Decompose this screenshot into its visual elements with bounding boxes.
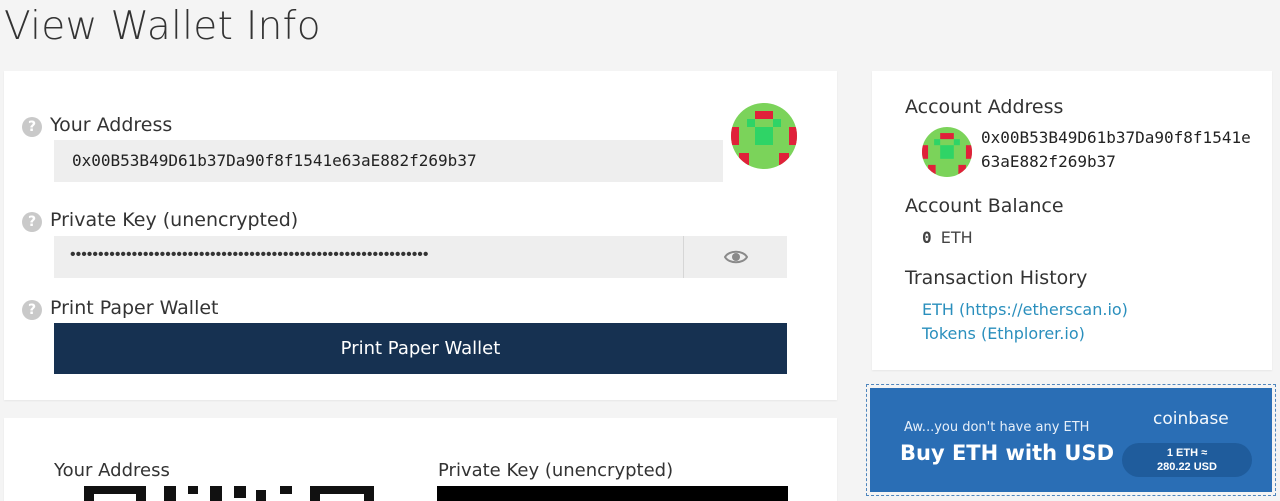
address-field[interactable]: 0x00B53B49D61b37Da90f8f1541e63aE882f269b… — [54, 140, 723, 182]
private-key-field[interactable]: ••••••••••••••••••••••••••••••••••••••••… — [54, 236, 683, 278]
account-balance-value: 0 ETH — [922, 228, 973, 247]
private-key-label: Private Key (unencrypted) — [50, 209, 299, 231]
balance-unit: ETH — [940, 228, 973, 247]
show-key-button[interactable] — [683, 236, 787, 278]
account-info-card: Account Address 0x00B53B49D61b37Da90f8f1… — [872, 71, 1272, 370]
buy-eth-link[interactable]: Buy ETH with USD — [900, 441, 1114, 465]
rate-line-1: 1 ETH ≈ — [1166, 447, 1208, 459]
print-paper-wallet-button[interactable]: Print Paper Wallet — [54, 323, 787, 374]
account-balance-heading: Account Balance — [905, 195, 1064, 217]
coinbase-logo: coinbase — [1153, 409, 1229, 429]
qr-address-label: Your Address — [54, 460, 170, 481]
wallet-info-card: ? Your Address 0x00B53B49D61b37Da90f8f15… — [4, 71, 837, 400]
eye-icon — [723, 250, 748, 264]
paper-wallet-card: Your Address Private Key (unencrypted) — [4, 418, 837, 501]
no-eth-message: Aw...you don't have any ETH — [904, 420, 1090, 435]
ethplorer-link[interactable]: Tokens (Ethplorer.io) — [922, 324, 1085, 343]
rate-line-2: 280.22 USD — [1157, 461, 1217, 473]
coinbase-banner[interactable]: Aw...you don't have any ETH Buy ETH with… — [870, 388, 1272, 492]
etherscan-link[interactable]: ETH (https://etherscan.io) — [922, 300, 1128, 319]
page-title: View Wallet Info — [4, 4, 321, 49]
coinbase-promo[interactable]: Aw...you don't have any ETH Buy ETH with… — [866, 384, 1276, 496]
account-address-value: 0x00B53B49D61b37Da90f8f1541e63aE882f269b… — [981, 128, 1251, 171]
your-address-label: Your Address — [50, 114, 173, 136]
print-paper-wallet-label: Print Paper Wallet — [50, 297, 219, 319]
eth-rate-badge: 1 ETH ≈ 280.22 USD — [1122, 443, 1252, 477]
address-qr-code — [84, 486, 374, 501]
transaction-history-heading: Transaction History — [905, 267, 1088, 289]
help-icon[interactable]: ? — [22, 117, 42, 137]
qr-private-key-label: Private Key (unencrypted) — [438, 460, 674, 481]
private-key-qr-code — [437, 486, 788, 501]
identicon-avatar — [731, 103, 797, 169]
help-icon[interactable]: ? — [22, 212, 42, 232]
help-icon[interactable]: ? — [22, 300, 42, 320]
balance-amount: 0 — [922, 228, 932, 247]
account-address-heading: Account Address — [905, 96, 1064, 118]
identicon-avatar — [922, 127, 972, 177]
